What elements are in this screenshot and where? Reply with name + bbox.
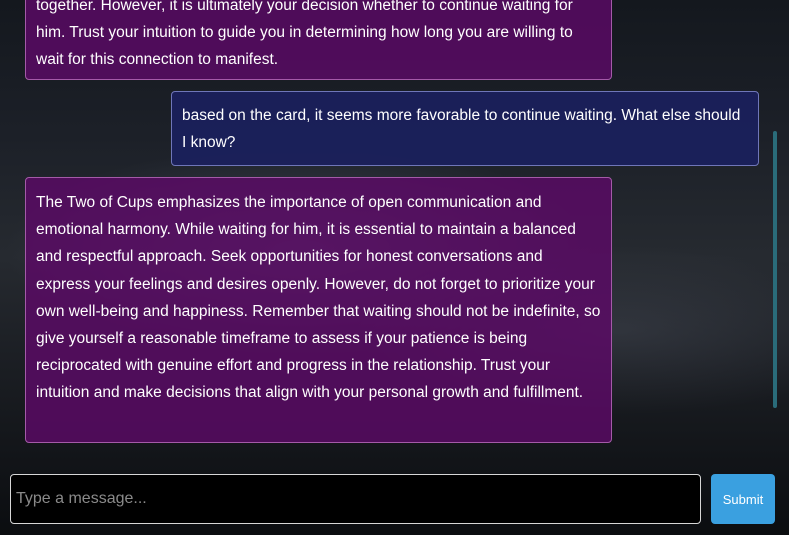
message-input[interactable] xyxy=(10,474,701,524)
user-message: based on the card, it seems more favorab… xyxy=(171,91,759,166)
assistant-message: together. However, it is ultimately your… xyxy=(25,0,612,80)
submit-button[interactable]: Submit xyxy=(711,474,775,524)
assistant-message: The Two of Cups emphasizes the importanc… xyxy=(25,177,612,443)
chat-history[interactable]: together. However, it is ultimately your… xyxy=(0,0,789,460)
chat-scrollbar[interactable] xyxy=(773,131,777,408)
